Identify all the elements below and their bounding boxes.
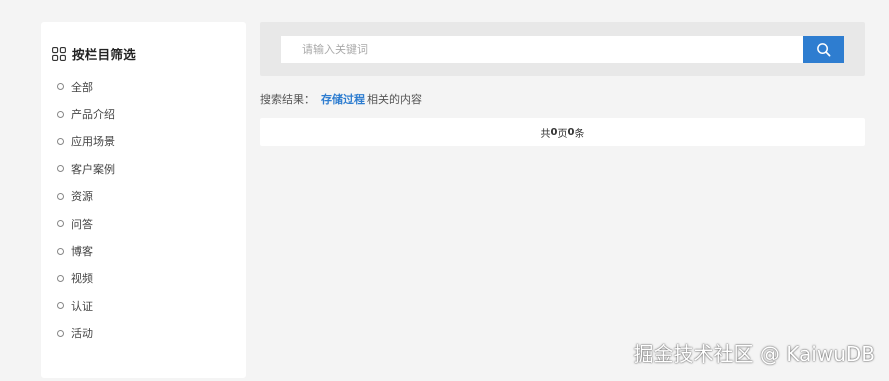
grid-icon: [52, 46, 66, 61]
radio-dot-icon: [57, 220, 64, 228]
category-filter-sidebar: 按栏目筛选 全部 产品介绍 应用场景 客户案例 资源 问答 博客 视频 认证 活…: [41, 22, 246, 378]
filter-item-label: 产品介绍: [71, 108, 115, 122]
result-keyword[interactable]: 存储过程: [321, 93, 365, 106]
count-pre: 共: [540, 128, 551, 140]
count-mid: 页: [557, 128, 568, 140]
filter-item-qa[interactable]: 问答: [57, 210, 115, 237]
radio-dot-icon: [57, 302, 64, 310]
radio-dot-icon: [57, 247, 64, 255]
radio-dot-icon: [57, 83, 64, 91]
search-panel: [260, 22, 865, 76]
result-suffix: 相关的内容: [367, 93, 422, 106]
filter-item-all[interactable]: 全部: [57, 73, 115, 100]
filter-item-label: 博客: [71, 245, 93, 259]
radio-dot-icon: [57, 192, 64, 200]
filter-item-video[interactable]: 视频: [57, 265, 115, 292]
item-count: 0: [567, 126, 575, 138]
filter-item-label: 活动: [71, 327, 93, 341]
filter-item-label: 认证: [71, 299, 93, 313]
filter-item-label: 应用场景: [71, 135, 115, 149]
sidebar-title: 按栏目筛选: [72, 47, 137, 62]
radio-dot-icon: [57, 137, 64, 145]
filter-item-label: 问答: [71, 217, 93, 231]
result-count-bar: 共0页0条: [260, 118, 865, 146]
page: 按栏目筛选 全部 产品介绍 应用场景 客户案例 资源 问答 博客 视频 认证 活…: [0, 0, 889, 381]
filter-item-resources[interactable]: 资源: [57, 183, 115, 210]
filter-item-label: 资源: [71, 190, 93, 204]
radio-dot-icon: [57, 110, 64, 118]
watermark: 掘金技术社区 @ KaiwuDB: [633, 342, 875, 366]
radio-dot-icon: [57, 329, 64, 337]
page-count: 0: [550, 126, 558, 138]
filter-item-label: 视频: [71, 272, 93, 286]
filter-item-customer-cases[interactable]: 客户案例: [57, 155, 115, 182]
filter-item-blog[interactable]: 博客: [57, 237, 115, 264]
sidebar-header: 按栏目筛选: [52, 44, 136, 63]
result-prefix: 搜索结果：: [260, 93, 315, 106]
search-result-summary: 搜索结果： 存储过程 相关的内容: [260, 91, 422, 107]
search-button[interactable]: [803, 36, 844, 63]
radio-dot-icon: [57, 165, 64, 173]
radio-dot-icon: [57, 274, 64, 282]
filter-item-label: 全部: [71, 80, 93, 94]
filter-item-certification[interactable]: 认证: [57, 292, 115, 319]
filter-item-use-cases[interactable]: 应用场景: [57, 128, 115, 155]
count-post: 条: [574, 128, 585, 140]
filter-item-product-intro[interactable]: 产品介绍: [57, 100, 115, 127]
filter-item-events[interactable]: 活动: [57, 320, 115, 347]
filter-item-label: 客户案例: [71, 162, 115, 176]
filter-list: 全部 产品介绍 应用场景 客户案例 资源 问答 博客 视频 认证 活动: [57, 73, 115, 347]
search-input[interactable]: [281, 36, 803, 63]
search-icon: [817, 43, 831, 57]
